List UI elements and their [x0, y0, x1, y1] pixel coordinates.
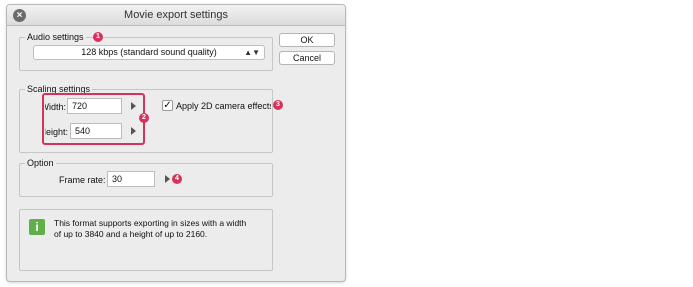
marker-2: 2 [139, 113, 149, 123]
audio-quality-value: 128 kbps (standard sound quality) [81, 47, 217, 57]
audio-quality-select[interactable]: 128 kbps (standard sound quality) ▲▼ [33, 45, 265, 60]
title-bar: Movie export settings [7, 5, 345, 26]
info-icon: i [29, 219, 45, 235]
marker-3: 3 [273, 100, 283, 110]
marker-1: 1 [93, 32, 103, 42]
window-title: Movie export settings [124, 9, 228, 21]
checkmark-icon: ✓ [163, 100, 172, 111]
camera-effects-label: Apply 2D camera effects [176, 101, 271, 111]
frame-rate-increment-icon[interactable] [165, 175, 170, 183]
info-text-line2: of up to 3840 and a height of up to 2160… [54, 229, 208, 239]
frame-rate-label: Frame rate: [59, 175, 106, 185]
cancel-button[interactable]: Cancel [279, 51, 335, 65]
ok-button[interactable]: OK [279, 33, 335, 47]
option-label: Option [25, 158, 56, 168]
close-icon[interactable]: × [13, 9, 26, 22]
info-text-line1: This format supports exporting in sizes … [54, 218, 247, 228]
size-fields-highlight [42, 93, 145, 145]
export-dialog: Movie export settings × Audio settings 1… [6, 4, 346, 282]
audio-settings-label: Audio settings [25, 32, 86, 42]
frame-rate-input[interactable]: 30 [107, 171, 155, 187]
marker-4: 4 [172, 174, 182, 184]
select-arrows-icon: ▲▼ [244, 48, 260, 57]
camera-effects-checkbox[interactable]: ✓ [162, 100, 173, 111]
